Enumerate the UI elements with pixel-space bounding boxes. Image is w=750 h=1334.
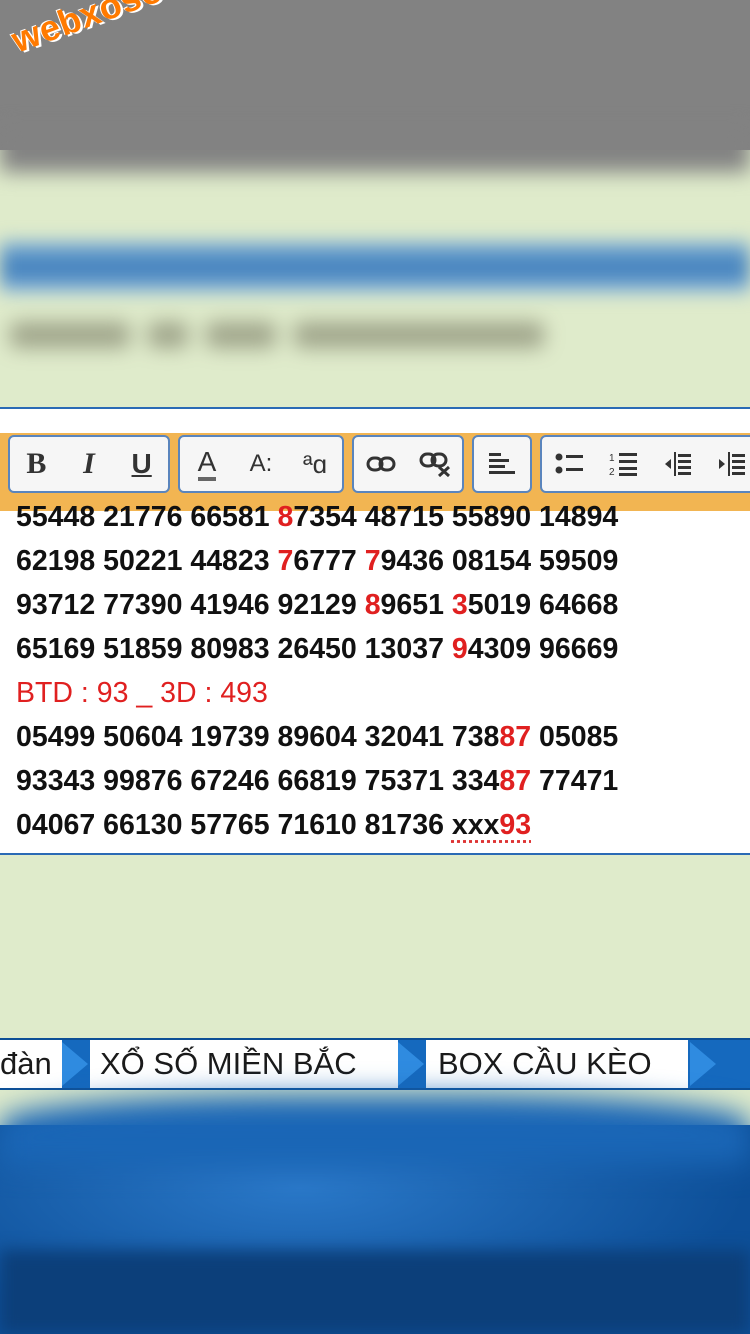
number-text: 62198 50221 44823 [16, 545, 278, 577]
align-left-button[interactable] [482, 444, 522, 484]
highlighted-digit: 93 [499, 809, 531, 841]
outdent-button[interactable] [657, 444, 697, 484]
toolbar-group-format: B I U [8, 435, 170, 493]
toolbar-group-lists: 12 [540, 435, 750, 493]
font-size-icon: A: [250, 450, 273, 478]
align-left-icon [489, 452, 515, 476]
editor-content[interactable]: 55448 21776 66581 87354 48715 55890 1489… [16, 495, 736, 847]
highlighted-digit: 8 [365, 589, 381, 621]
link-icon [366, 454, 396, 474]
highlighted-digit: 9 [452, 633, 468, 665]
highlighted-digit: 8 [278, 501, 294, 533]
editor-bottom-border [0, 853, 750, 855]
number-text: 9651 [381, 589, 452, 621]
indent-button[interactable] [711, 444, 750, 484]
nav-bar: đàn XỔ SỐ MIỀN BẮC BOX CẦU KÈO [0, 1038, 750, 1090]
toolbar-group-align [472, 435, 532, 493]
unlink-button[interactable] [415, 444, 455, 484]
content-line: 05499 50604 19739 89604 32041 73887 0508… [16, 715, 736, 759]
outdent-icon [663, 451, 691, 477]
bullet-list-icon [555, 452, 583, 476]
highlighted-digit: 3 [452, 589, 468, 621]
font-family-button[interactable]: ªɑ [295, 444, 335, 484]
content-line: 55448 21776 66581 87354 48715 55890 1489… [16, 495, 736, 539]
blurred-footer-edge [0, 1095, 750, 1165]
nav-arrow-icon [690, 1042, 716, 1086]
content-line: 62198 50221 44823 76777 79436 08154 5950… [16, 539, 736, 583]
numbered-list-icon: 12 [609, 451, 637, 477]
bullet-list-button[interactable] [549, 444, 589, 484]
toolbar-group-font: A A: ªɑ [178, 435, 344, 493]
nav-item-forum[interactable]: đàn [0, 1040, 62, 1088]
number-text: 4309 96669 [468, 633, 619, 665]
rich-text-editor[interactable]: B I U A A: ªɑ 1 2 55448 21776 66581 8735… [0, 409, 750, 853]
number-text: 55448 21776 66581 [16, 501, 278, 533]
nav-item-box-cau-keo[interactable]: BOX CẦU KÈO [426, 1040, 688, 1088]
text-color-icon: A [198, 447, 217, 481]
content-line: 93712 77390 41946 92129 89651 35019 6466… [16, 583, 736, 627]
prediction-text: BTD : 93 _ 3D : 493 [16, 677, 268, 709]
highlighted-digit: 7 [365, 545, 381, 577]
text-color-button[interactable]: A [187, 444, 227, 484]
numbered-list-button[interactable]: 12 [603, 444, 643, 484]
bold-button[interactable]: B [16, 444, 56, 484]
blurred-title [0, 310, 560, 360]
link-button[interactable] [361, 444, 401, 484]
svg-text:2: 2 [609, 467, 615, 477]
number-text: 05085 [531, 721, 618, 753]
content-line: 93343 99876 67246 66819 75371 33487 7747… [16, 759, 736, 803]
highlighted-digit: 87 [499, 721, 531, 753]
number-text: 77471 [531, 765, 618, 797]
font-size-button[interactable]: A: [241, 444, 281, 484]
content-line: 04067 66130 57765 71610 81736 xxx93 [16, 803, 736, 847]
number-text: 65169 51859 80983 26450 13037 [16, 633, 452, 665]
nav-arrow-icon [62, 1042, 88, 1086]
font-family-icon: ªɑ [303, 449, 327, 480]
nav-item-xo-so-mien-bac[interactable]: XỔ SỐ MIỀN BẮC [90, 1040, 398, 1088]
italic-icon: I [83, 447, 95, 481]
highlighted-digit: 7 [278, 545, 294, 577]
content-line: BTD : 93 _ 3D : 493 [16, 671, 736, 715]
number-text: 04067 66130 57765 71610 81736 [16, 809, 452, 841]
number-text: 7354 48715 55890 14894 [293, 501, 618, 533]
number-text: 93343 99876 67246 66819 75371 334 [16, 765, 499, 797]
blurred-footer-dark [0, 1250, 750, 1334]
indent-icon [717, 451, 745, 477]
blurred-banner [0, 242, 750, 292]
number-text: xxx [452, 809, 500, 841]
number-text: 9436 08154 59509 [381, 545, 619, 577]
highlighted-digit: 87 [499, 765, 531, 797]
unlink-icon [419, 451, 451, 477]
content-line: 65169 51859 80983 26450 13037 94309 9666… [16, 627, 736, 671]
number-text: 93712 77390 41946 92129 [16, 589, 365, 621]
underline-button[interactable]: U [122, 444, 162, 484]
number-text: 05499 50604 19739 89604 32041 738 [16, 721, 499, 753]
nav-arrow-icon [398, 1042, 424, 1086]
italic-button[interactable]: I [69, 444, 109, 484]
bold-icon: B [26, 447, 46, 481]
number-text: 5019 64668 [468, 589, 619, 621]
svg-text:1: 1 [609, 453, 615, 464]
toolbar-group-links [352, 435, 464, 493]
number-text: 6777 [293, 545, 364, 577]
underline-icon: U [132, 448, 152, 480]
